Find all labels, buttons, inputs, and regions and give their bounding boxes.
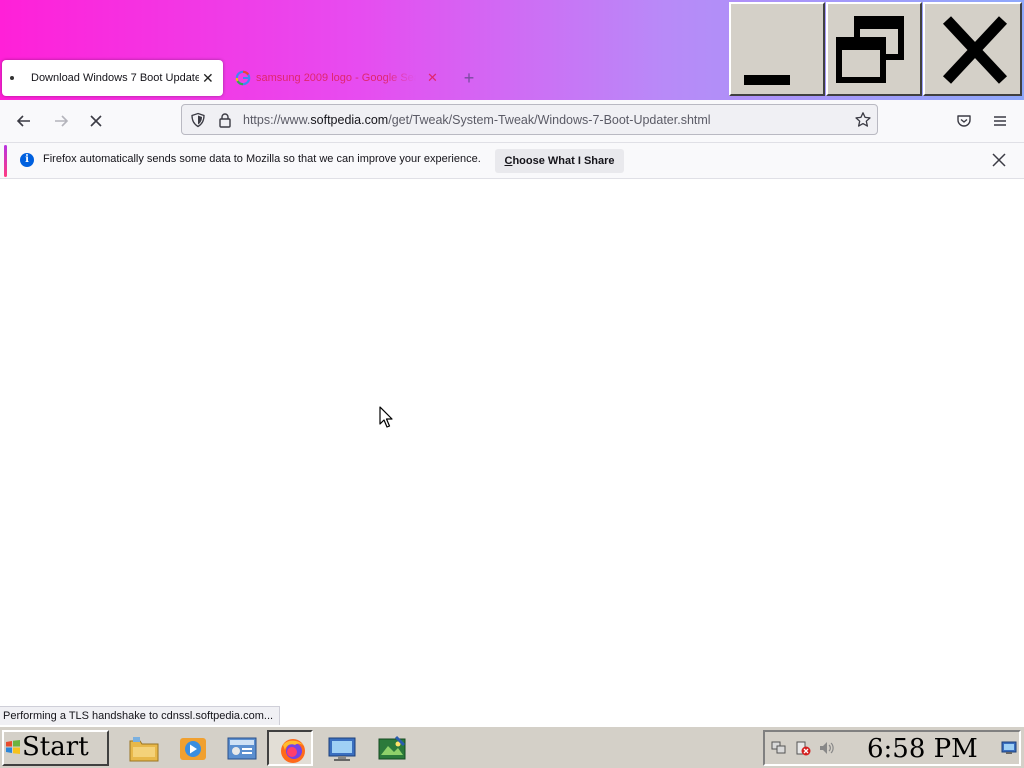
page-content bbox=[0, 179, 1024, 706]
back-arrow-icon[interactable] bbox=[14, 111, 34, 131]
pocket-icon[interactable] bbox=[954, 111, 974, 131]
taskbar-control-panel[interactable] bbox=[218, 730, 264, 766]
image-viewer-icon bbox=[378, 735, 406, 760]
bookmark-star-icon[interactable] bbox=[854, 111, 872, 129]
mouse-cursor-icon bbox=[379, 406, 393, 428]
security-alert-icon[interactable] bbox=[795, 740, 811, 756]
url-host: softpedia.com bbox=[310, 113, 389, 127]
restore-button[interactable] bbox=[826, 2, 922, 96]
folder-icon bbox=[129, 737, 159, 762]
tab-softpedia[interactable]: Download Windows 7 Boot Updater ✕ bbox=[2, 60, 223, 96]
minimize-button[interactable] bbox=[729, 2, 825, 96]
stop-loading-icon[interactable] bbox=[86, 111, 106, 131]
tracking-protection-shield-icon[interactable] bbox=[190, 112, 206, 128]
info-icon: i bbox=[20, 153, 34, 167]
network-icon[interactable] bbox=[771, 740, 787, 756]
minimize-icon bbox=[744, 75, 790, 85]
url-text[interactable]: https://www.softpedia.com/get/Tweak/Syst… bbox=[243, 113, 711, 127]
tab-close-icon[interactable]: ✕ bbox=[427, 70, 438, 86]
start-button[interactable]: Start bbox=[2, 730, 109, 766]
clock[interactable]: 6:58 PM bbox=[867, 734, 978, 764]
tab-title: Download Windows 7 Boot Updater bbox=[31, 72, 199, 84]
loading-dot-icon bbox=[10, 76, 14, 80]
notification-message: Firefox automatically sends some data to… bbox=[43, 153, 481, 165]
taskbar-image-viewer[interactable] bbox=[368, 730, 414, 766]
monitor-icon bbox=[328, 737, 356, 761]
close-window-button[interactable] bbox=[923, 2, 1022, 96]
forward-arrow-icon[interactable] bbox=[51, 111, 71, 131]
firefox-icon bbox=[281, 739, 305, 763]
navigation-toolbar: https://www.softpedia.com/get/Tweak/Syst… bbox=[0, 100, 1024, 143]
status-panel: Performing a TLS handshake to cdnssl.sof… bbox=[0, 706, 281, 726]
choose-what-i-share-button[interactable]: Choose What I Share bbox=[495, 149, 624, 173]
notification-accent-stripe bbox=[4, 145, 7, 177]
url-path: /get/Tweak/System-Tweak/Windows-7-Boot-U… bbox=[388, 113, 711, 127]
tab-google-search[interactable]: samsung 2009 logo - Google Search ✕ bbox=[230, 60, 445, 96]
url-prefix: https://www. bbox=[243, 113, 311, 127]
taskbar-remote-desktop[interactable] bbox=[318, 730, 364, 766]
hamburger-menu-icon[interactable] bbox=[990, 111, 1010, 131]
taskbar: Start 6:58 PM bbox=[0, 725, 1024, 768]
taskbar-file-explorer[interactable] bbox=[120, 730, 166, 766]
windows-logo-icon bbox=[6, 740, 20, 754]
lock-icon[interactable] bbox=[218, 112, 232, 128]
taskbar-firefox[interactable] bbox=[267, 730, 313, 766]
show-desktop-icon[interactable] bbox=[1001, 740, 1017, 756]
volume-icon[interactable] bbox=[818, 740, 836, 756]
title-bar: Download Windows 7 Boot Updater ✕ samsun… bbox=[0, 0, 1024, 100]
restore-icon bbox=[836, 16, 904, 83]
system-tray: 6:58 PM bbox=[763, 730, 1021, 766]
tab-title: samsung 2009 logo - Google Search bbox=[256, 72, 416, 84]
start-label: Start bbox=[22, 732, 89, 762]
taskbar-media-player[interactable] bbox=[169, 730, 215, 766]
close-notification-icon[interactable] bbox=[990, 151, 1008, 169]
address-bar[interactable]: https://www.softpedia.com/get/Tweak/Syst… bbox=[181, 104, 878, 135]
media-player-icon bbox=[180, 738, 206, 760]
google-icon bbox=[235, 70, 251, 86]
data-collection-notification: i Firefox automatically sends some data … bbox=[0, 143, 1024, 179]
close-icon bbox=[942, 16, 1008, 84]
tab-close-icon[interactable]: ✕ bbox=[202, 70, 214, 87]
new-tab-button[interactable]: + bbox=[460, 69, 478, 87]
control-panel-icon bbox=[227, 737, 257, 760]
